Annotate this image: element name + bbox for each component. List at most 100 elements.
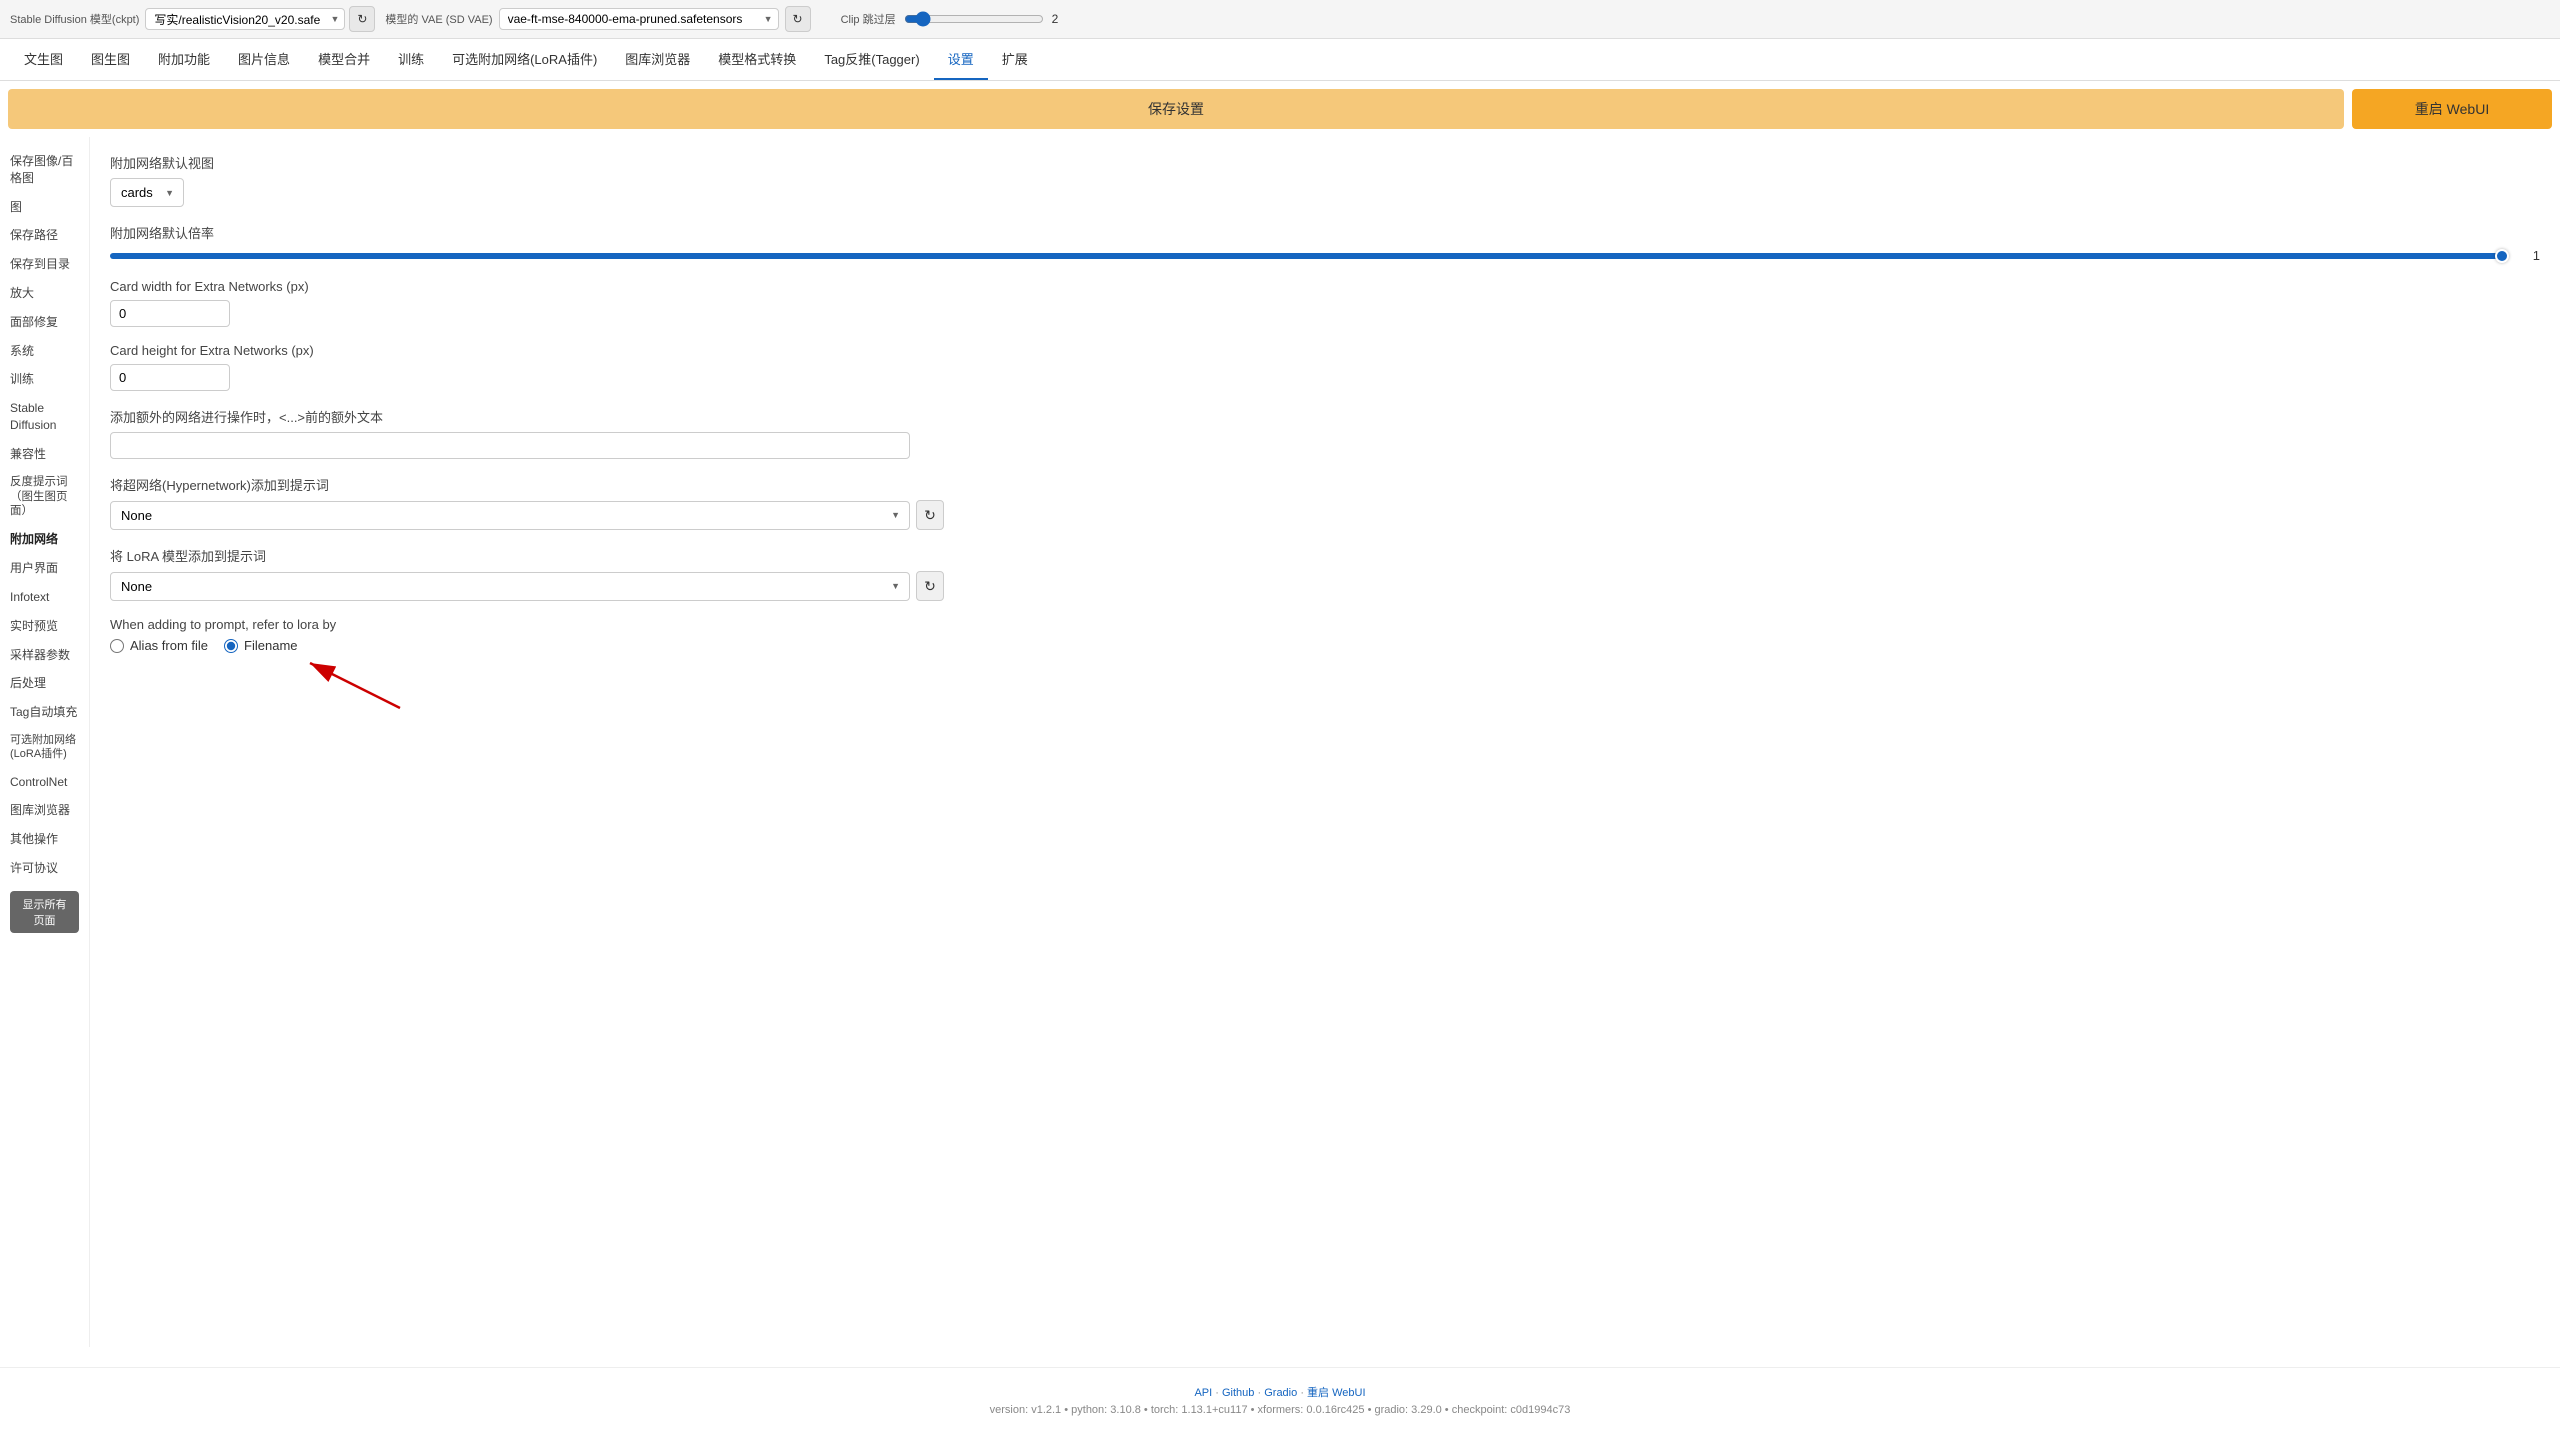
footer-gradio-link[interactable]: Gradio [1264,1387,1297,1399]
tab-txt2img[interactable]: 文生图 [10,39,77,80]
radio-alias-label: Alias from file [130,638,208,653]
tab-merge[interactable]: 模型合并 [304,39,384,80]
sidebar-item-save-dir[interactable]: 保存到目录 [0,250,89,279]
sidebar-item-sampler-params[interactable]: 采样器参数 [0,641,89,670]
footer-separator-3: · [1300,1387,1307,1399]
sidebar-item-extra-networks[interactable]: 附加网络 [0,525,89,554]
sidebar-item-infotext[interactable]: Infotext [0,583,89,612]
tab-pnginfo[interactable]: 图片信息 [224,39,304,80]
tab-extensions[interactable]: 扩展 [988,39,1042,80]
extra-text-input[interactable] [110,432,910,459]
lora-select-wrapper: None [110,572,910,601]
sidebar-item-lora-plugin[interactable]: 可选附加网络(LoRA插件) [0,727,89,768]
sidebar-item-license[interactable]: 许可协议 [0,854,89,883]
sidebar-item-gallery-browser[interactable]: 图库浏览器 [0,796,89,825]
extra-text-row: 添加额外的网络进行操作时，<...>前的额外文本 [110,407,2540,459]
default-view-row: 附加网络默认视图 cards list grid [110,153,2540,207]
tab-gallery[interactable]: 图库浏览器 [611,39,704,80]
sidebar-item-save-images[interactable]: 保存图像/百格图 [0,147,89,193]
footer-api-link[interactable]: API [1194,1387,1212,1399]
lora-row: 将 LoRA 模型添加到提示词 None ↻ [110,546,2540,601]
multiplier-slider-row: 1 [110,248,2540,263]
radio-alias-from-file[interactable]: Alias from file [110,638,208,653]
card-height-input[interactable] [110,364,230,391]
sidebar-item-neg-prompt[interactable]: 反度提示词（图生图页面） [0,469,89,526]
model-section: Stable Diffusion 模型(ckpt) ↻ [10,6,375,32]
nav-tabs: 文生图 图生图 附加功能 图片信息 模型合并 训练 可选附加网络(LoRA插件)… [0,39,2560,81]
lora-refer-radio-group: Alias from file Filename [110,638,2540,653]
vae-refresh-btn[interactable]: ↻ [785,6,811,32]
sidebar-item-other-ops[interactable]: 其他操作 [0,825,89,854]
sidebar-item-ui[interactable]: 用户界面 [0,554,89,583]
restart-webui-button[interactable]: 重启 WebUI [2352,89,2552,129]
footer-github-link[interactable]: Github [1222,1387,1254,1399]
vae-input[interactable] [499,8,779,30]
hypernetwork-row: 将超网络(Hypernetwork)添加到提示词 None ↻ [110,475,2540,530]
hypernetwork-select-wrapper: None [110,501,910,530]
tab-img2img[interactable]: 图生图 [77,39,144,80]
tab-tagger[interactable]: Tag反推(Tagger) [810,39,933,80]
sidebar-item-controlnet[interactable]: ControlNet [0,768,89,797]
model-refresh-btn[interactable]: ↻ [349,6,375,32]
tab-train[interactable]: 训练 [384,39,438,80]
extra-text-label: 添加额外的网络进行操作时，<...>前的额外文本 [110,407,2540,426]
model-input[interactable] [145,8,345,30]
multiplier-slider-thumb [2495,249,2509,263]
model-select-wrapper [145,8,345,30]
footer-separator-2: · [1257,1387,1264,1399]
show-all-pages-button[interactable]: 显示所有页面 [10,891,79,933]
vae-section: 模型的 VAE (SD VAE) ↻ [385,6,810,32]
settings-content: 附加网络默认视图 cards list grid 附加网络默认倍率 1 [90,137,2560,1347]
sidebar-item-stable-diffusion[interactable]: Stable Diffusion [0,394,89,440]
card-width-label: Card width for Extra Networks (px) [110,279,2540,294]
tab-settings[interactable]: 设置 [934,39,988,80]
sidebar-item-face-restore[interactable]: 面部修复 [0,308,89,337]
lora-refresh-btn[interactable]: ↻ [916,571,944,601]
main-layout: 保存图像/百格图 图 保存路径 保存到目录 放大 面部修复 系统 训练 Stab… [0,137,2560,1347]
lora-refer-row: When adding to prompt, refer to lora by … [110,617,2540,653]
default-view-select[interactable]: cards list grid [110,178,184,207]
sidebar-item-compatibility[interactable]: 兼容性 [0,440,89,469]
footer-separator-1: · [1215,1387,1222,1399]
hypernetwork-select[interactable]: None [110,501,910,530]
default-multiplier-label: 附加网络默认倍率 [110,223,2540,242]
hypernetwork-select-row: None ↻ [110,500,2540,530]
clip-slider[interactable] [904,11,1044,27]
radio-filename-input[interactable] [224,639,238,653]
save-settings-button[interactable]: 保存设置 [8,89,2344,129]
sidebar-item-live-preview[interactable]: 实时预览 [0,612,89,641]
tab-convert[interactable]: 模型格式转换 [704,39,810,80]
sidebar-item-upscale[interactable]: 放大 [0,279,89,308]
footer-restart-link[interactable]: 重启 WebUI [1307,1387,1365,1399]
top-bar: Stable Diffusion 模型(ckpt) ↻ 模型的 VAE (SD … [0,0,2560,39]
sidebar-item-tag-autocomplete[interactable]: Tag自动填充 [0,698,89,727]
clip-label: Clip 跳过层 [841,11,896,27]
tab-lora-plugin[interactable]: 可选附加网络(LoRA插件) [438,39,611,80]
sidebar-item-system[interactable]: 系统 [0,337,89,366]
radio-filename-label: Filename [244,638,297,653]
radio-alias-input[interactable] [110,639,124,653]
arrow-annotation [230,648,430,728]
sidebar-item-train[interactable]: 训练 [0,365,89,394]
hypernetwork-refresh-btn[interactable]: ↻ [916,500,944,530]
lora-select-row: None ↻ [110,571,2540,601]
lora-refer-label: When adding to prompt, refer to lora by [110,617,2540,632]
extra-networks-section-label: 附加网络默认视图 [110,153,2540,172]
clip-section: Clip 跳过层 2 [841,11,1059,27]
card-width-row: Card width for Extra Networks (px) [110,279,2540,327]
vae-select-wrapper [499,8,779,30]
footer: API · Github · Gradio · 重启 WebUI version… [0,1367,2560,1432]
card-width-input[interactable] [110,300,230,327]
lora-select[interactable]: None [110,572,910,601]
clip-value: 2 [1052,12,1059,26]
multiplier-slider-track [110,253,2502,259]
sidebar-item-postprocess[interactable]: 后处理 [0,669,89,698]
sidebar: 保存图像/百格图 图 保存路径 保存到目录 放大 面部修复 系统 训练 Stab… [0,137,90,1347]
clip-slider-container: 2 [904,11,1059,27]
tab-extras[interactable]: 附加功能 [144,39,224,80]
radio-filename[interactable]: Filename [224,638,297,653]
multiplier-slider-track-container [110,253,2502,259]
sidebar-item-image[interactable]: 图 [0,193,89,222]
action-bar: 保存设置 重启 WebUI [0,81,2560,137]
sidebar-item-save-path[interactable]: 保存路径 [0,221,89,250]
